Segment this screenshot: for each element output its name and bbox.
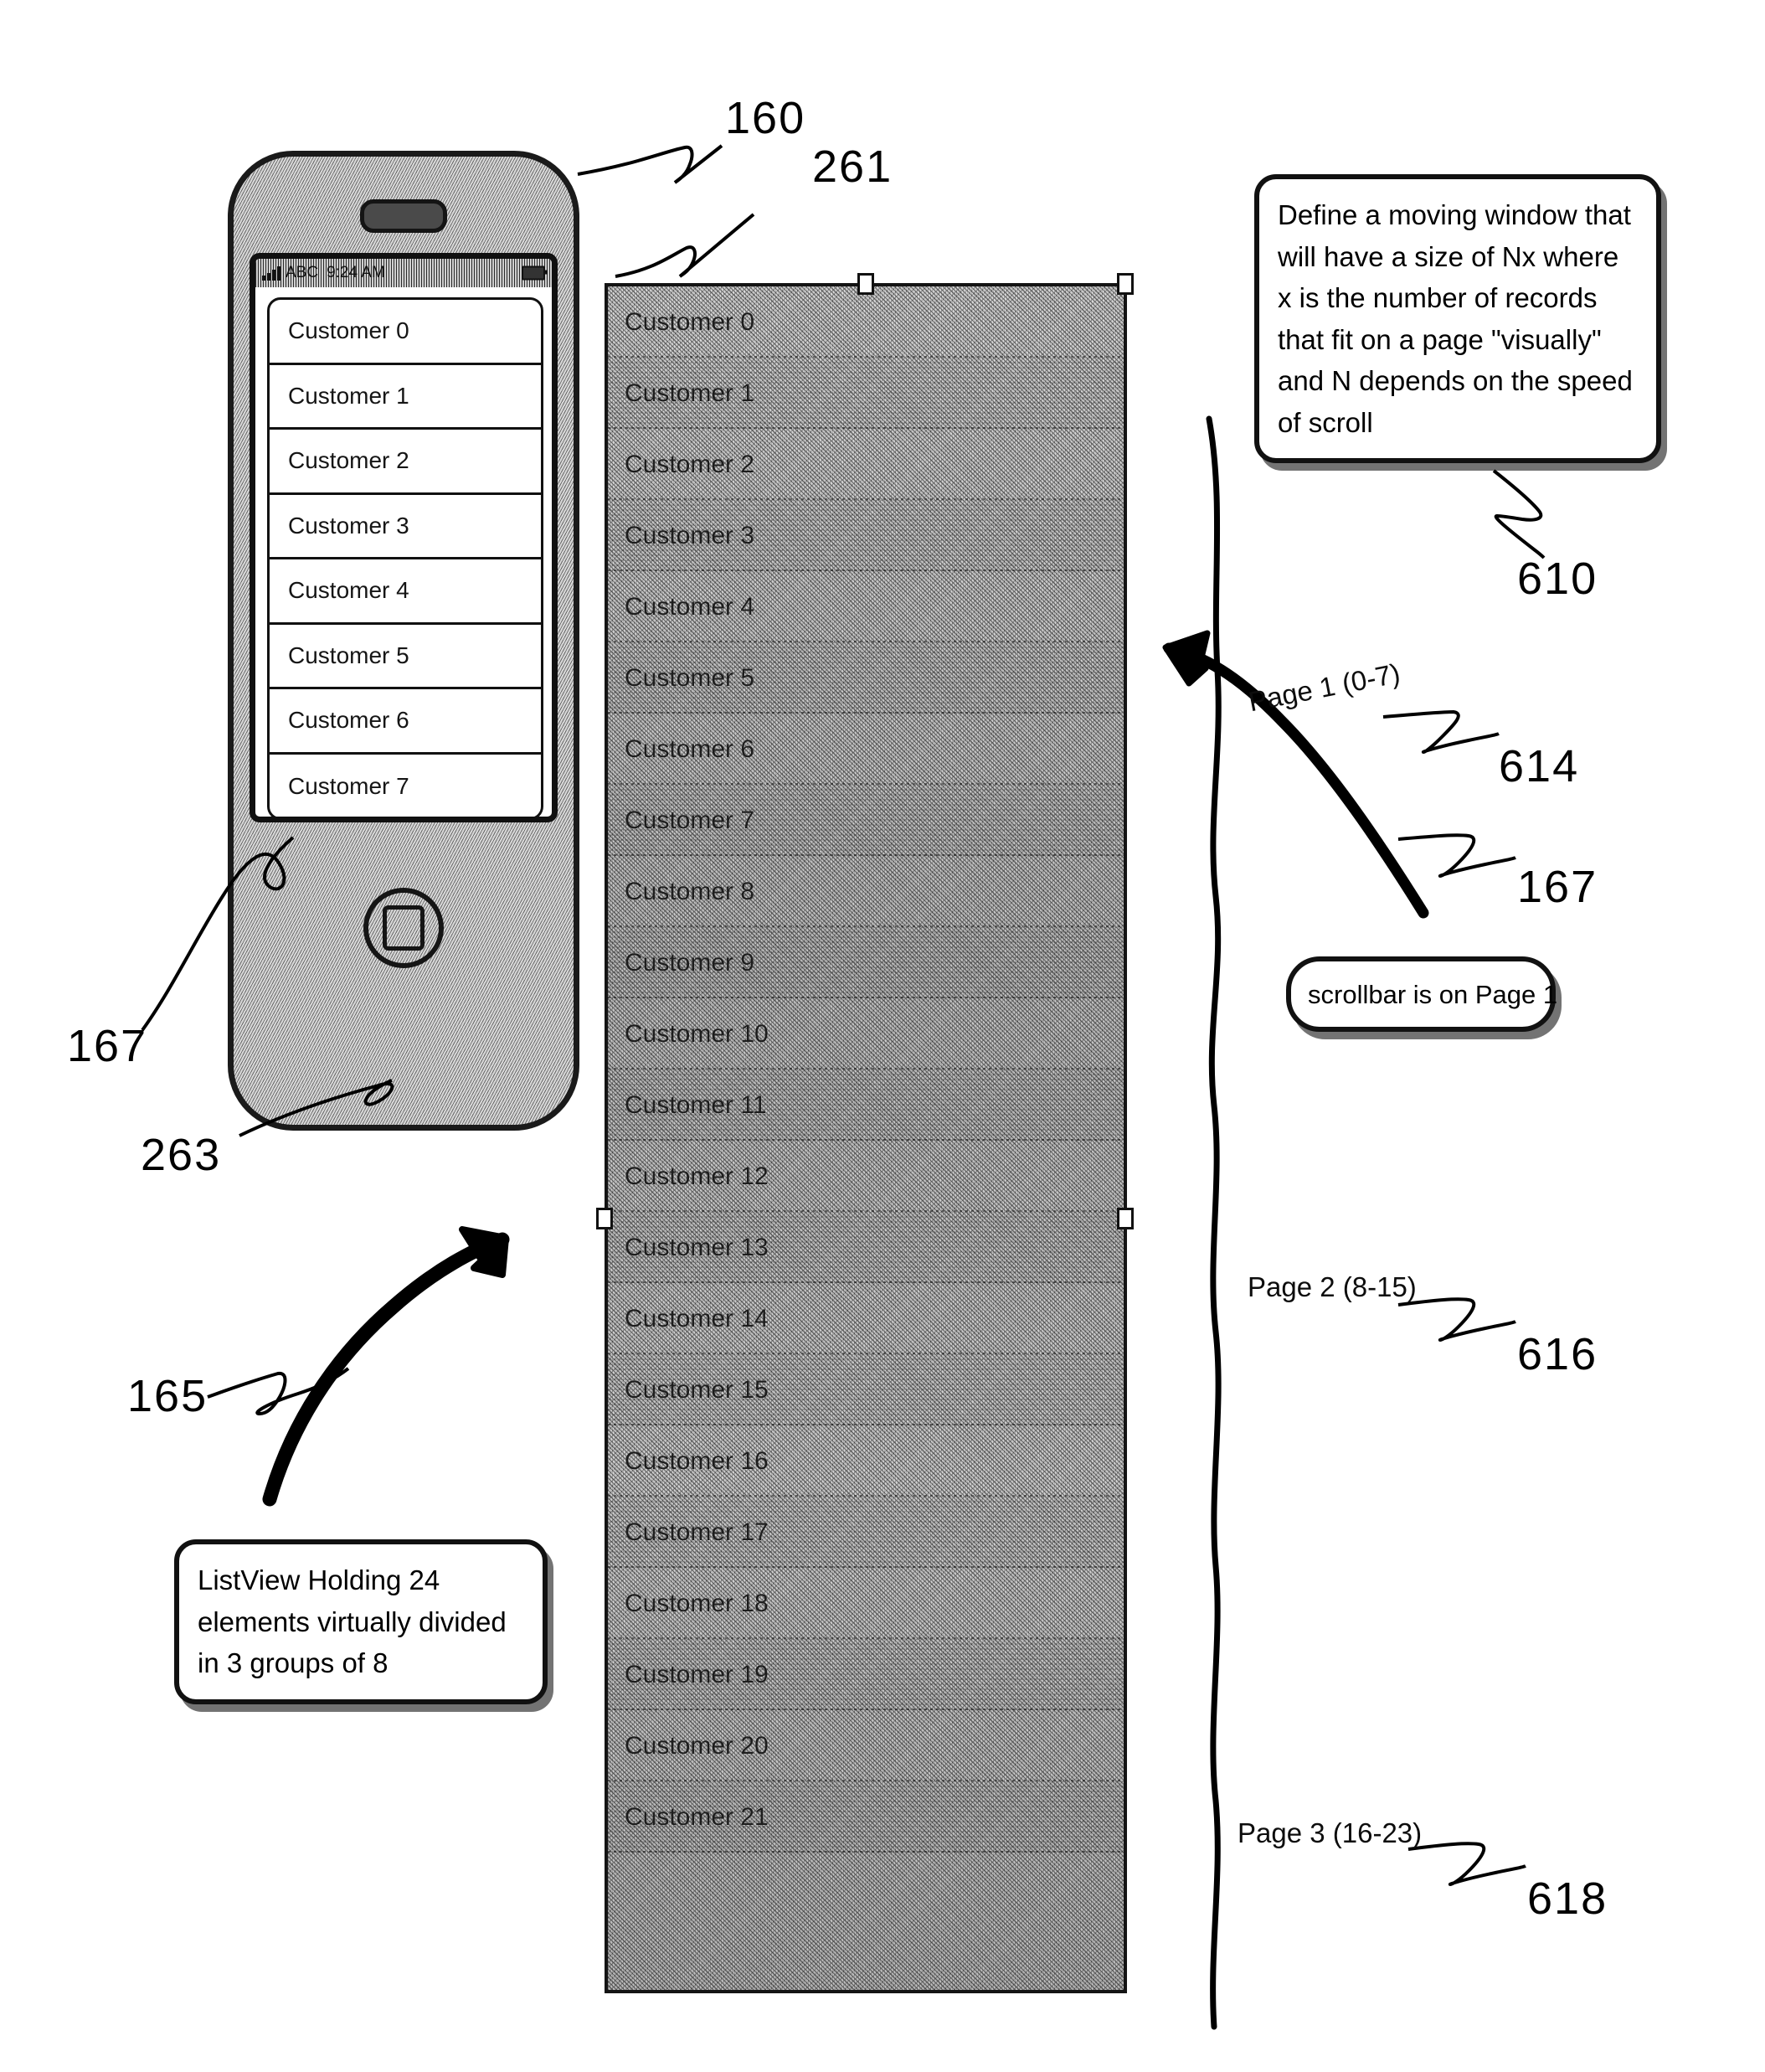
table-row[interactable]: Customer 5: [608, 642, 1124, 714]
status-bar-right: [522, 265, 548, 281]
table-row[interactable]: Customer 7: [608, 785, 1124, 856]
table-row[interactable]: Customer 8: [608, 856, 1124, 927]
table-row[interactable]: Customer 21: [608, 1781, 1124, 1853]
table-row[interactable]: Customer 6: [608, 714, 1124, 785]
virtual-listview-panel[interactable]: Customer 0 Customer 1 Customer 2 Custome…: [605, 283, 1127, 1993]
home-button[interactable]: [363, 888, 444, 968]
reference-numeral-610: 610: [1517, 554, 1598, 604]
table-row[interactable]: Customer 18: [608, 1568, 1124, 1639]
arrow-165-head: [459, 1226, 509, 1278]
selection-handle-top-right[interactable]: [1117, 273, 1134, 295]
reference-numeral-618: 618: [1527, 1874, 1608, 1924]
selection-handle-middle-right[interactable]: [1117, 1208, 1134, 1229]
arrow-page1-head: [1162, 630, 1211, 687]
callout-moving-window-text: Define a moving window that will have a …: [1278, 199, 1633, 438]
leader-line-616: [1397, 1297, 1516, 1343]
battery-icon: [522, 265, 548, 281]
reference-numeral-165: 165: [127, 1371, 208, 1421]
table-row[interactable]: Customer 10: [608, 998, 1124, 1070]
page-3-label: Page 3 (16-23): [1238, 1817, 1423, 1848]
page-1-label: Page 1 (0-7): [1246, 657, 1403, 718]
callout-listview: ListView Holding 24 elements virtually d…: [174, 1539, 548, 1704]
table-row[interactable]: Customer 9: [608, 927, 1124, 998]
table-row[interactable]: Customer 0: [608, 286, 1124, 358]
list-item[interactable]: Customer 7: [270, 755, 541, 817]
arrow-165-shaft: [262, 1232, 510, 1507]
list-item[interactable]: Customer 2: [270, 430, 541, 495]
status-bar: ABC 9:24 AM: [255, 259, 552, 287]
callout-listview-text: ListView Holding 24 elements virtually d…: [198, 1564, 507, 1678]
list-item[interactable]: Customer 3: [270, 495, 541, 559]
phone-listview[interactable]: Customer 0 Customer 1 Customer 2 Custome…: [267, 297, 543, 817]
scroll-track-wavy-line: [1206, 415, 1222, 2030]
leader-line-610: [1492, 469, 1546, 559]
phone-device-mockup: ABC 9:24 AM Customer 0 Customer 1 Custom…: [228, 151, 579, 1131]
selection-handle-top-center[interactable]: [857, 273, 874, 295]
table-row[interactable]: Customer 19: [608, 1639, 1124, 1710]
clock-label: 9:24 AM: [327, 264, 385, 281]
callout-scrollbar-text: scrollbar is on Page 1: [1308, 980, 1558, 1009]
reference-numeral-263: 263: [141, 1130, 222, 1180]
leader-line-261: [615, 213, 755, 278]
reference-numeral-616: 616: [1517, 1329, 1598, 1379]
list-item[interactable]: Customer 5: [270, 625, 541, 689]
table-row[interactable]: Customer 20: [608, 1710, 1124, 1781]
leader-line-618: [1407, 1842, 1526, 1887]
leader-line-165: [207, 1367, 350, 1416]
table-row[interactable]: Customer 1: [608, 358, 1124, 429]
list-item[interactable]: Customer 1: [270, 365, 541, 430]
reference-numeral-167-right: 167: [1517, 862, 1598, 912]
table-row[interactable]: Customer 13: [608, 1212, 1124, 1283]
phone-speaker-icon: [360, 199, 447, 233]
leader-line-160: [577, 144, 723, 184]
phone-screen: ABC 9:24 AM Customer 0 Customer 1 Custom…: [250, 253, 558, 822]
list-item[interactable]: Customer 4: [270, 559, 541, 625]
table-row[interactable]: Customer 12: [608, 1141, 1124, 1212]
leader-line-614: [1382, 709, 1500, 755]
reference-numeral-160: 160: [725, 93, 806, 143]
list-item[interactable]: Customer 6: [270, 689, 541, 755]
reference-numeral-167-left: 167: [67, 1021, 148, 1071]
callout-moving-window: Define a moving window that will have a …: [1254, 174, 1661, 463]
carrier-label: ABC: [286, 264, 319, 281]
reference-numeral-614: 614: [1499, 741, 1580, 791]
table-row[interactable]: Customer 11: [608, 1070, 1124, 1141]
table-row[interactable]: Customer 17: [608, 1497, 1124, 1568]
callout-scrollbar-page: scrollbar is on Page 1: [1286, 956, 1558, 1032]
list-item[interactable]: Customer 0: [270, 300, 541, 365]
table-row[interactable]: Customer 3: [608, 500, 1124, 571]
table-row[interactable]: Customer 16: [608, 1425, 1124, 1497]
table-row[interactable]: Customer 4: [608, 571, 1124, 642]
signal-bars-icon: [262, 265, 280, 281]
table-row[interactable]: Customer 14: [608, 1283, 1124, 1354]
selection-handle-middle-left[interactable]: [596, 1208, 613, 1229]
table-row[interactable]: Customer 2: [608, 429, 1124, 500]
table-row[interactable]: Customer 15: [608, 1354, 1124, 1425]
reference-numeral-261: 261: [812, 142, 893, 192]
leader-line-167-right: [1397, 833, 1516, 879]
page-2-label: Page 2 (8-15): [1248, 1271, 1417, 1302]
